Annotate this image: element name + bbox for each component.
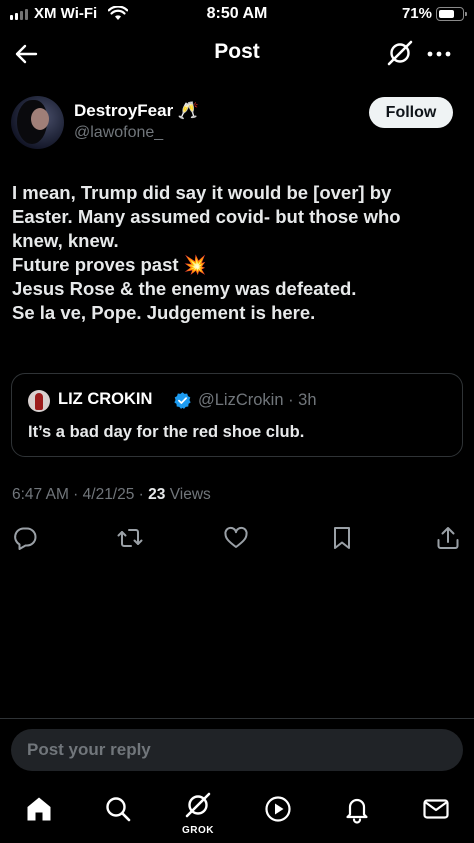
follow-button[interactable]: Follow <box>369 97 453 128</box>
quoted-post-text: It’s a bad day for the red shoe club. <box>28 423 305 441</box>
tab-bar: GROK <box>0 780 474 843</box>
search-icon[interactable] <box>103 794 133 824</box>
battery-percent: 71% <box>401 5 432 22</box>
notifications-icon[interactable] <box>342 794 372 824</box>
bookmark-icon[interactable] <box>328 524 356 552</box>
status-bar: XM Wi-Fi 8:50 AM 71% <box>0 0 474 28</box>
author-handle[interactable]: @lawofone_ <box>74 124 163 142</box>
grok-icon[interactable] <box>385 38 415 68</box>
grok-tab-icon[interactable] <box>183 790 213 820</box>
post-line: I mean, Trump did say it would be [over]… <box>12 182 392 203</box>
reply-input[interactable]: Post your reply <box>11 729 463 771</box>
post-line: Future proves past 💥 <box>12 254 207 275</box>
divider <box>0 718 474 719</box>
views-label: Views <box>165 486 211 503</box>
grok-tab-label: GROK <box>182 825 214 836</box>
quoted-author-avatar[interactable] <box>28 390 50 412</box>
like-icon[interactable] <box>222 524 250 552</box>
retweet-icon[interactable] <box>116 524 144 552</box>
more-icon[interactable] <box>425 40 453 68</box>
post-text: I mean, Trump did say it would be [over]… <box>12 181 462 325</box>
messages-icon[interactable] <box>421 794 451 824</box>
share-icon[interactable] <box>434 524 462 552</box>
battery-icon <box>436 7 467 21</box>
quoted-author-handle: @LizCrokin · 3h <box>198 391 317 409</box>
post-line: Easter. Many assumed covid- but those wh… <box>12 206 401 227</box>
quoted-author-name: LIZ CROKIN <box>58 390 153 408</box>
verified-badge-icon <box>174 392 191 409</box>
post-meta: 6:47 AM · 4/21/25 · 23 Views <box>12 486 211 504</box>
post-line: knew, knew. <box>12 230 119 251</box>
post-line: Se la ve, Pope. Judgement is here. <box>12 302 316 323</box>
post-line: Jesus Rose & the enemy was defeated. <box>12 278 357 299</box>
quoted-post[interactable]: LIZ CROKIN @LizCrokin · 3h It’s a bad da… <box>11 373 463 457</box>
reply-icon[interactable] <box>11 524 39 552</box>
author-avatar[interactable] <box>11 96 64 149</box>
home-icon[interactable] <box>24 794 54 824</box>
post-timestamp: 6:47 AM · 4/21/25 · <box>12 486 149 503</box>
video-icon[interactable] <box>263 794 293 824</box>
reply-placeholder: Post your reply <box>27 740 151 759</box>
views-count[interactable]: 23 <box>148 486 165 503</box>
author-display-name[interactable]: DestroyFear 🥂 <box>74 101 199 121</box>
